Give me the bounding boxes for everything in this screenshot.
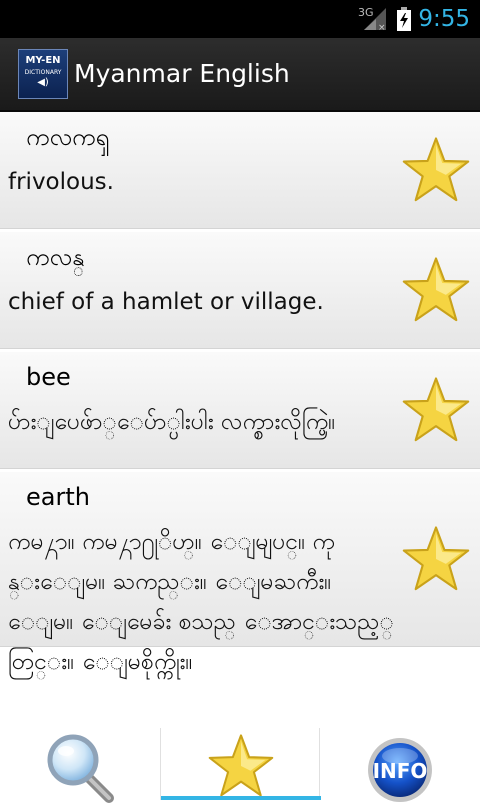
word-definition: frivolous.: [8, 169, 114, 195]
info-icon: INFO: [368, 738, 432, 802]
star-icon[interactable]: [400, 375, 472, 445]
action-bar: MY-EN DICTIONARY ◀) Myanmar English: [0, 38, 480, 112]
signal-icon: 3G ×: [358, 6, 386, 32]
star-icon: [208, 734, 274, 797]
svg-text:3G: 3G: [358, 6, 374, 19]
star-icon[interactable]: [400, 524, 472, 594]
word-definition: ကမ႓ာ။ ကမ႓ာ႐ုိဟ္။ ေျမျပင္။ ကုန္းေျမ။ ႀကည္…: [8, 529, 394, 675]
tab-search[interactable]: [0, 728, 160, 803]
bottom-nav: INFO: [0, 728, 480, 803]
tab-info[interactable]: INFO: [320, 728, 480, 802]
list-item[interactable]: ကလကၡ frivolous.: [0, 112, 480, 229]
status-bar: 3G × 9:55: [0, 0, 480, 38]
word-headword: earth: [26, 483, 90, 511]
info-label: INFO: [373, 759, 428, 783]
svg-text:×: ×: [378, 23, 386, 32]
app-logo[interactable]: MY-EN DICTIONARY ◀): [18, 49, 68, 99]
word-definition: chief of a hamlet or village.: [8, 289, 324, 315]
logo-text-bottom: DICTIONARY: [24, 69, 62, 76]
word-headword: ကလကၡ: [26, 123, 110, 151]
selected-tab-indicator: [161, 796, 321, 800]
word-definition: ပ်ားျပေဖ်ာ္ေပ်ာ္ပါးပါး လက္စားလိုက္ပြဲ။: [8, 409, 336, 435]
list-item[interactable]: ကလန္ chief of a hamlet or village.: [0, 232, 480, 349]
star-icon[interactable]: [400, 135, 472, 205]
word-headword: ကလန္: [26, 243, 85, 271]
app-title: Myanmar English: [74, 59, 290, 88]
list-item[interactable]: bee ပ်ားျပေဖ်ာ္ေပ်ာ္ပါးပါး လက္စားလိုက္ပြ…: [0, 352, 480, 469]
logo-text-top: MY-EN: [25, 55, 61, 66]
battery-icon: [397, 7, 411, 31]
star-icon[interactable]: [400, 255, 472, 325]
list-item[interactable]: earth ကမ႓ာ။ ကမ႓ာ႐ုိဟ္။ ေျမျပင္။ ကုန္းေျမ…: [0, 472, 480, 675]
status-time: 9:55: [418, 6, 470, 32]
favorites-list: ကလကၡ frivolous. ကလန္ chief of a hamlet o…: [0, 112, 480, 675]
speaker-icon: ◀): [37, 77, 49, 88]
word-headword: bee: [26, 363, 71, 391]
tab-favorites[interactable]: [160, 728, 321, 800]
magnifier-icon: [47, 734, 114, 803]
